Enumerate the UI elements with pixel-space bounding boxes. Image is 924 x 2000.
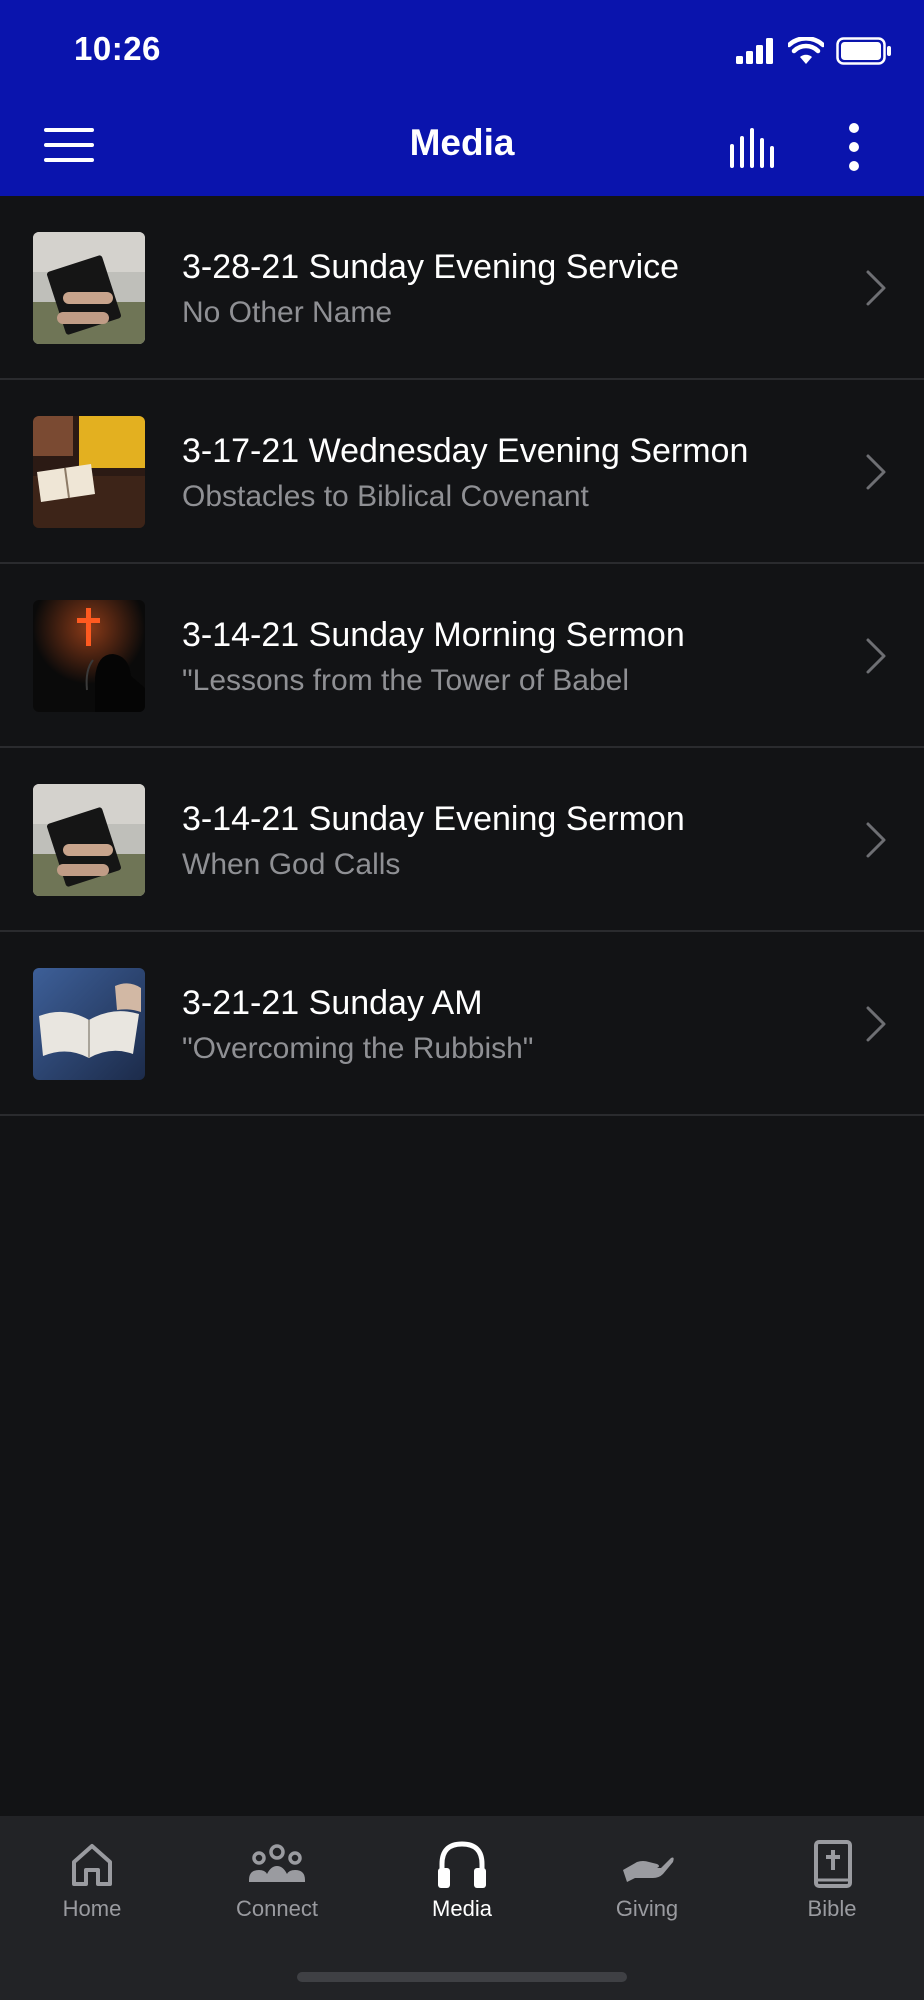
bible-icon	[814, 1840, 852, 1888]
battery-icon	[836, 37, 891, 65]
media-thumbnail	[33, 416, 145, 528]
wifi-icon	[788, 37, 824, 64]
home-indicator	[297, 1972, 627, 1982]
media-title: 3-14-21 Sunday Morning Sermon	[182, 616, 685, 654]
home-icon	[72, 1844, 112, 1886]
media-list-item[interactable]: 3-14-21 Sunday Morning Sermon "Lessons f…	[0, 564, 924, 748]
tab-connect[interactable]: Connect	[185, 1816, 369, 1966]
tab-giving[interactable]: Giving	[555, 1816, 739, 1966]
media-subtitle: Obstacles to Biblical Covenant	[182, 480, 589, 513]
media-list: 3-28-21 Sunday Evening Service No Other …	[0, 196, 924, 1116]
more-vertical-icon	[849, 123, 859, 171]
media-thumbnail	[33, 600, 145, 712]
more-options-button[interactable]	[840, 122, 868, 172]
tab-label: Connect	[236, 1896, 318, 1921]
media-subtitle: No Other Name	[182, 296, 393, 329]
giving-hand-icon	[623, 1857, 674, 1882]
media-subtitle: When God Calls	[182, 848, 401, 881]
tab-label: Bible	[807, 1896, 857, 1921]
page-title: Media	[409, 122, 515, 163]
tab-home[interactable]: Home	[0, 1816, 184, 1966]
tab-label: Media	[432, 1896, 492, 1921]
cellular-signal-icon	[736, 38, 773, 64]
media-title: 3-17-21 Wednesday Evening Sermon	[182, 432, 749, 470]
chevron-right-icon	[866, 270, 886, 306]
chevron-right-icon	[866, 638, 886, 674]
media-title: 3-21-21 Sunday AM	[182, 984, 483, 1022]
chevron-right-icon	[866, 1006, 886, 1042]
chevron-right-icon	[866, 822, 886, 858]
media-thumbnail	[33, 232, 145, 344]
app-header: 10:26 Media	[0, 0, 924, 196]
media-title: 3-14-21 Sunday Evening Sermon	[182, 800, 685, 838]
media-list-item[interactable]: 3-14-21 Sunday Evening Sermon When God C…	[0, 748, 924, 932]
status-time: 10:26	[74, 30, 161, 67]
now-playing-button[interactable]	[728, 128, 782, 170]
tab-label: Giving	[615, 1896, 679, 1921]
headphones-icon	[438, 1841, 486, 1888]
media-list-item[interactable]: 3-21-21 Sunday AM "Overcoming the Rubbis…	[0, 932, 924, 1116]
media-title: 3-28-21 Sunday Evening Service	[182, 248, 680, 286]
media-list-item[interactable]: 3-17-21 Wednesday Evening Sermon Obstacl…	[0, 380, 924, 564]
media-subtitle: "Lessons from the Tower of Babel	[182, 664, 629, 697]
tab-label: Home	[62, 1896, 122, 1921]
media-subtitle: "Overcoming the Rubbish"	[182, 1032, 534, 1065]
media-thumbnail	[33, 784, 145, 896]
chevron-right-icon	[866, 454, 886, 490]
media-list-item[interactable]: 3-28-21 Sunday Evening Service No Other …	[0, 196, 924, 380]
tab-bible[interactable]: Bible	[740, 1816, 924, 1966]
status-icons	[736, 34, 892, 68]
tab-media[interactable]: Media	[370, 1816, 554, 1966]
people-icon	[249, 1844, 305, 1882]
media-thumbnail	[33, 968, 145, 1080]
audio-bars-icon	[730, 128, 774, 168]
